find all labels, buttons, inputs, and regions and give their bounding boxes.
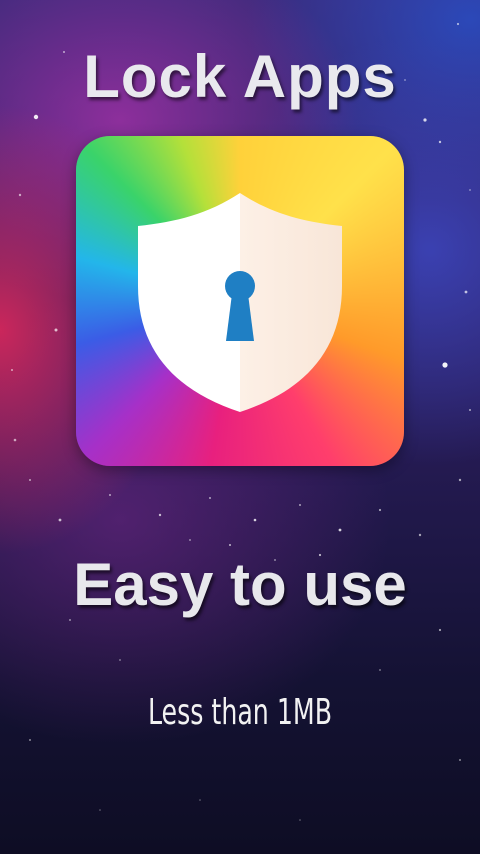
app-icon-tile: [76, 136, 404, 466]
subtitle-text: Less than 1MB: [147, 692, 333, 733]
shield-keyhole-icon: [138, 193, 342, 412]
app-title: Lock Apps: [83, 43, 397, 110]
headline-text: Easy to use: [73, 551, 407, 618]
